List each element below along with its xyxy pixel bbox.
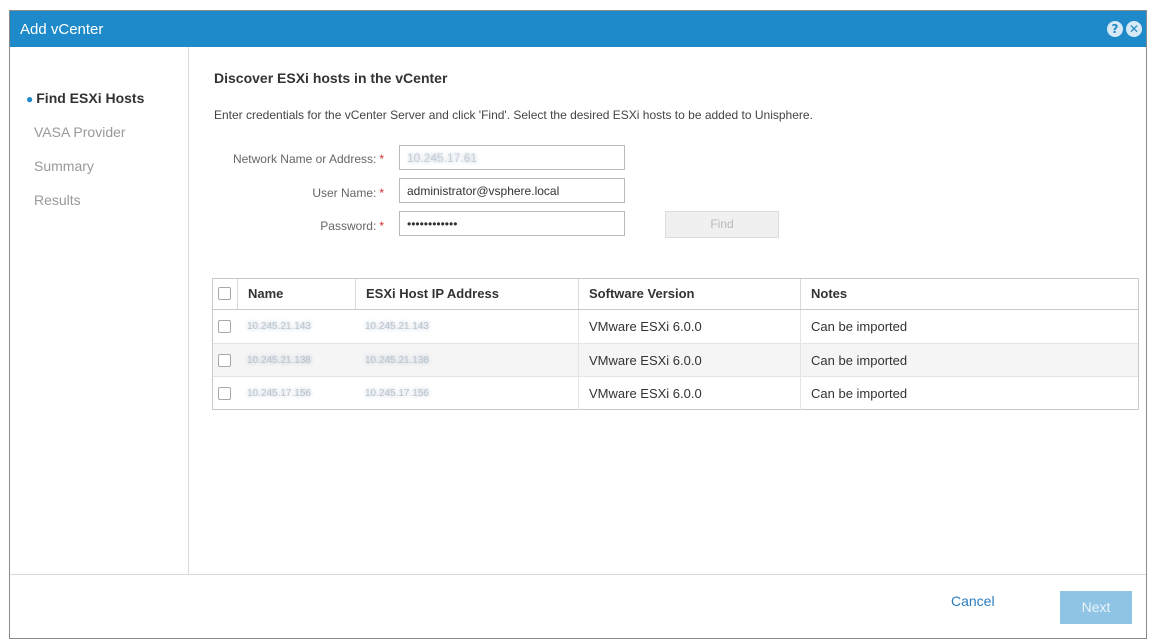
password-label-text: Password:	[320, 219, 377, 233]
dialog-titlebar: Add vCenter ? ✕	[10, 11, 1146, 47]
host-ip-cell: 10.245.21.143	[365, 321, 429, 332]
username-input[interactable]	[399, 178, 625, 203]
select-all-checkbox[interactable]	[218, 287, 231, 300]
required-mark: *	[379, 152, 384, 166]
software-version-cell: VMware ESXi 6.0.0	[578, 377, 800, 410]
network-address-label-text: Network Name or Address:	[232, 152, 377, 166]
required-mark: *	[379, 186, 384, 200]
password-label: Password: *	[189, 219, 384, 233]
step-label: Results	[34, 192, 81, 208]
row-checkbox[interactable]	[218, 387, 231, 400]
step-label: Summary	[34, 158, 94, 174]
password-input[interactable]	[399, 211, 625, 236]
step-find-esxi-hosts: ● Find ESXi Hosts	[26, 90, 144, 106]
table-header: Name ESXi Host IP Address Software Versi…	[213, 279, 1138, 310]
host-ip-cell: 10.245.17.156	[365, 388, 429, 399]
row-checkbox[interactable]	[218, 354, 231, 367]
find-button[interactable]: Find	[665, 211, 779, 238]
close-icon[interactable]: ✕	[1126, 21, 1142, 37]
dialog-title: Add vCenter	[20, 21, 104, 38]
step-summary: Summary	[34, 158, 94, 174]
username-label-text: User Name:	[312, 186, 377, 200]
column-header-name[interactable]: Name	[237, 279, 355, 309]
esxi-hosts-table: Name ESXi Host IP Address Software Versi…	[212, 278, 1139, 410]
active-step-bullet-icon: ●	[26, 92, 34, 106]
dialog-footer: Cancel Next	[10, 574, 1146, 638]
column-header-ip[interactable]: ESXi Host IP Address	[355, 279, 578, 309]
host-name-cell: 10.245.21.138	[247, 355, 311, 366]
help-icon[interactable]: ?	[1107, 21, 1123, 37]
add-vcenter-dialog: Add vCenter ? ✕ ● Find ESXi Hosts VASA Pr…	[9, 10, 1147, 639]
table-row[interactable]: 10.245.17.156 10.245.17.156 VMware ESXi …	[213, 377, 1138, 410]
wizard-content: Discover ESXi hosts in the vCenter Enter…	[189, 47, 1146, 574]
column-header-version[interactable]: Software Version	[578, 279, 800, 309]
step-results: Results	[34, 192, 81, 208]
step-label: VASA Provider	[34, 124, 126, 140]
host-name-cell: 10.245.21.143	[247, 321, 311, 332]
username-label: User Name: *	[189, 186, 384, 200]
host-ip-cell: 10.245.21.138	[365, 355, 429, 366]
table-row[interactable]: 10.245.21.138 10.245.21.138 VMware ESXi …	[213, 344, 1138, 377]
network-address-label: Network Name or Address: *	[189, 152, 384, 166]
step-vasa-provider: VASA Provider	[34, 124, 126, 140]
next-button[interactable]: Next	[1060, 591, 1132, 624]
instructions-text: Enter credentials for the vCenter Server…	[214, 108, 813, 122]
notes-cell: Can be imported	[800, 344, 1138, 377]
software-version-cell: VMware ESXi 6.0.0	[578, 344, 800, 377]
step-label: Find ESXi Hosts	[36, 90, 145, 106]
wizard-steps: ● Find ESXi Hosts VASA Provider Summary R…	[10, 47, 189, 574]
column-header-notes[interactable]: Notes	[800, 279, 1138, 309]
notes-cell: Can be imported	[800, 310, 1138, 343]
host-name-cell: 10.245.17.156	[247, 388, 311, 399]
titlebar-icons: ? ✕	[1107, 21, 1142, 37]
notes-cell: Can be imported	[800, 377, 1138, 410]
cancel-button[interactable]: Cancel	[951, 593, 995, 609]
table-row[interactable]: 10.245.21.143 10.245.21.143 VMware ESXi …	[213, 310, 1138, 343]
network-address-input[interactable]	[399, 145, 625, 170]
row-checkbox[interactable]	[218, 320, 231, 333]
required-mark: *	[379, 219, 384, 233]
software-version-cell: VMware ESXi 6.0.0	[578, 310, 800, 343]
page-title: Discover ESXi hosts in the vCenter	[214, 70, 448, 86]
